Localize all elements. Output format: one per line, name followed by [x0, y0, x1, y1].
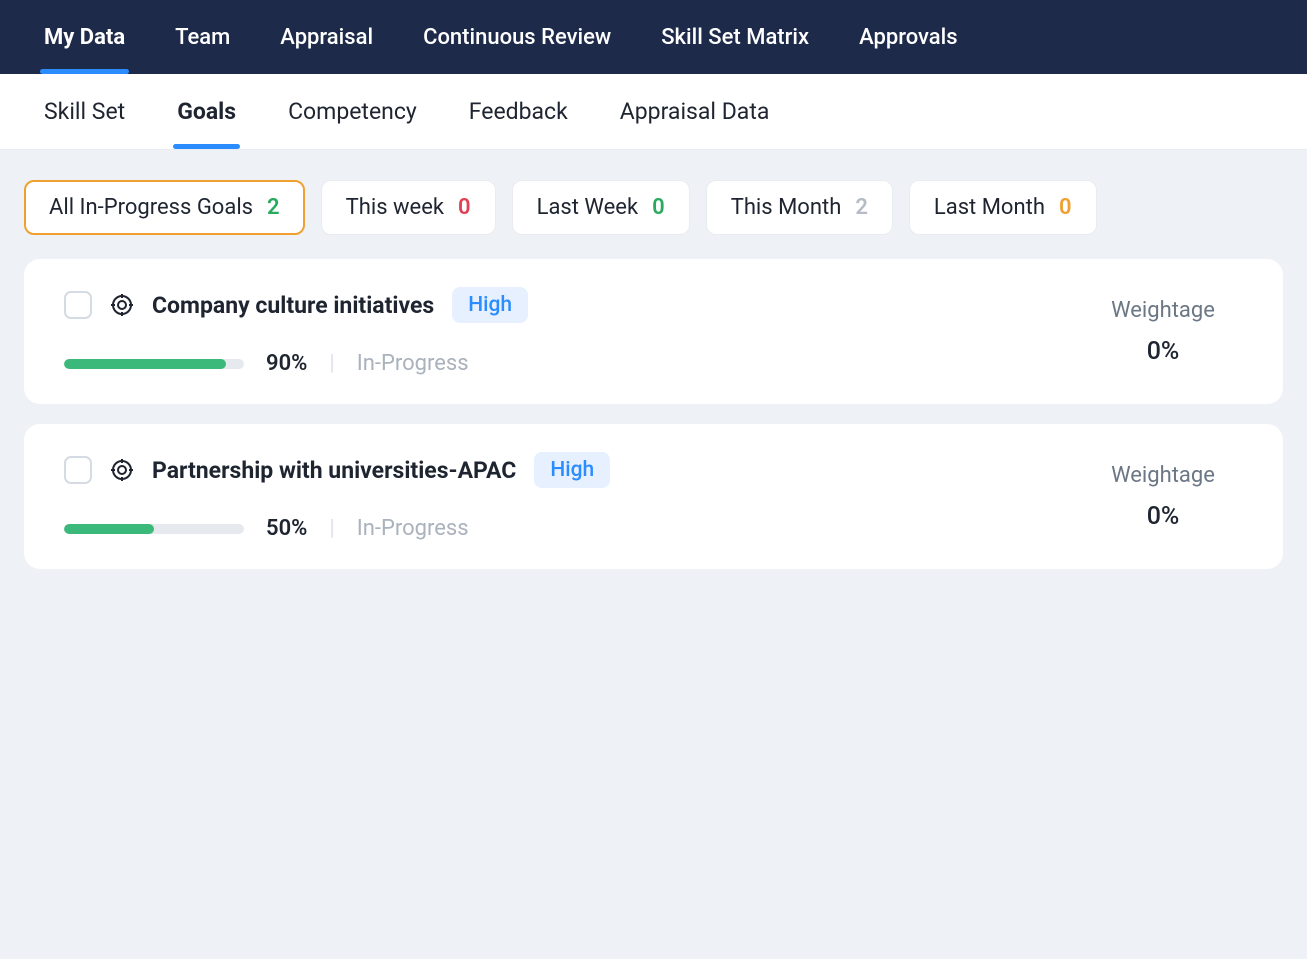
filter-label: Last Month	[934, 195, 1045, 220]
top-nav-my-data[interactable]: My Data	[44, 1, 125, 74]
sub-nav-skill-set[interactable]: Skill Set	[44, 74, 125, 149]
filter-this-month[interactable]: This Month 2	[706, 180, 893, 235]
filter-this-week[interactable]: This week 0	[321, 180, 496, 235]
progress-percent: 90%	[266, 351, 307, 376]
sub-nav-feedback[interactable]: Feedback	[469, 74, 568, 149]
goal-title: Partnership with universities-APAC	[152, 457, 516, 484]
divider: |	[329, 351, 334, 376]
goal-card-left: Partnership with universities-APAC High …	[64, 452, 1083, 541]
goal-card-right: Weightage 0%	[1083, 298, 1243, 366]
goal-status: In-Progress	[357, 516, 469, 541]
filter-last-week[interactable]: Last Week 0	[512, 180, 690, 235]
goal-card[interactable]: Company culture initiatives High 90% | I…	[24, 259, 1283, 404]
top-nav: My Data Team Appraisal Continuous Review…	[0, 0, 1307, 74]
sub-nav-goals[interactable]: Goals	[177, 74, 236, 149]
progress-fill	[64, 359, 226, 369]
goal-progress-row: 50% | In-Progress	[64, 516, 1083, 541]
goal-card-right: Weightage 0%	[1083, 463, 1243, 531]
sub-nav: Skill Set Goals Competency Feedback Appr…	[0, 74, 1307, 150]
priority-badge: High	[452, 287, 528, 323]
filter-count: 2	[267, 195, 280, 220]
filter-all-in-progress[interactable]: All In-Progress Goals 2	[24, 180, 305, 235]
goal-header: Company culture initiatives High	[64, 287, 1083, 323]
filter-label: This Month	[731, 195, 842, 220]
filter-count: 0	[1059, 195, 1072, 220]
progress-bar	[64, 359, 244, 369]
top-nav-continuous-review[interactable]: Continuous Review	[423, 1, 611, 74]
weightage-label: Weightage	[1111, 463, 1215, 488]
goal-status: In-Progress	[357, 351, 469, 376]
sub-nav-appraisal-data[interactable]: Appraisal Data	[620, 74, 770, 149]
filter-label: All In-Progress Goals	[49, 195, 253, 220]
progress-percent: 50%	[266, 516, 307, 541]
progress-bar	[64, 524, 244, 534]
goals-list: Company culture initiatives High 90% | I…	[0, 259, 1307, 569]
target-icon	[110, 293, 134, 317]
weightage-value: 0%	[1147, 502, 1180, 531]
goal-card-left: Company culture initiatives High 90% | I…	[64, 287, 1083, 376]
target-icon	[110, 458, 134, 482]
goal-progress-row: 90% | In-Progress	[64, 351, 1083, 376]
filter-label: This week	[346, 195, 444, 220]
filter-row: All In-Progress Goals 2 This week 0 Last…	[0, 150, 1307, 259]
goal-checkbox[interactable]	[64, 291, 92, 319]
divider: |	[329, 516, 334, 541]
top-nav-approvals[interactable]: Approvals	[859, 1, 958, 74]
top-nav-appraisal[interactable]: Appraisal	[280, 1, 373, 74]
filter-label: Last Week	[537, 195, 639, 220]
goal-header: Partnership with universities-APAC High	[64, 452, 1083, 488]
top-nav-team[interactable]: Team	[175, 1, 230, 74]
goal-title: Company culture initiatives	[152, 292, 434, 319]
goal-card[interactable]: Partnership with universities-APAC High …	[24, 424, 1283, 569]
priority-badge: High	[534, 452, 610, 488]
progress-fill	[64, 524, 154, 534]
filter-count: 0	[652, 195, 665, 220]
filter-last-month[interactable]: Last Month 0	[909, 180, 1097, 235]
sub-nav-competency[interactable]: Competency	[288, 74, 417, 149]
filter-count: 0	[458, 195, 471, 220]
top-nav-skill-set-matrix[interactable]: Skill Set Matrix	[661, 1, 809, 74]
weightage-value: 0%	[1147, 337, 1180, 366]
filter-count: 2	[855, 195, 868, 220]
goal-checkbox[interactable]	[64, 456, 92, 484]
weightage-label: Weightage	[1111, 298, 1215, 323]
